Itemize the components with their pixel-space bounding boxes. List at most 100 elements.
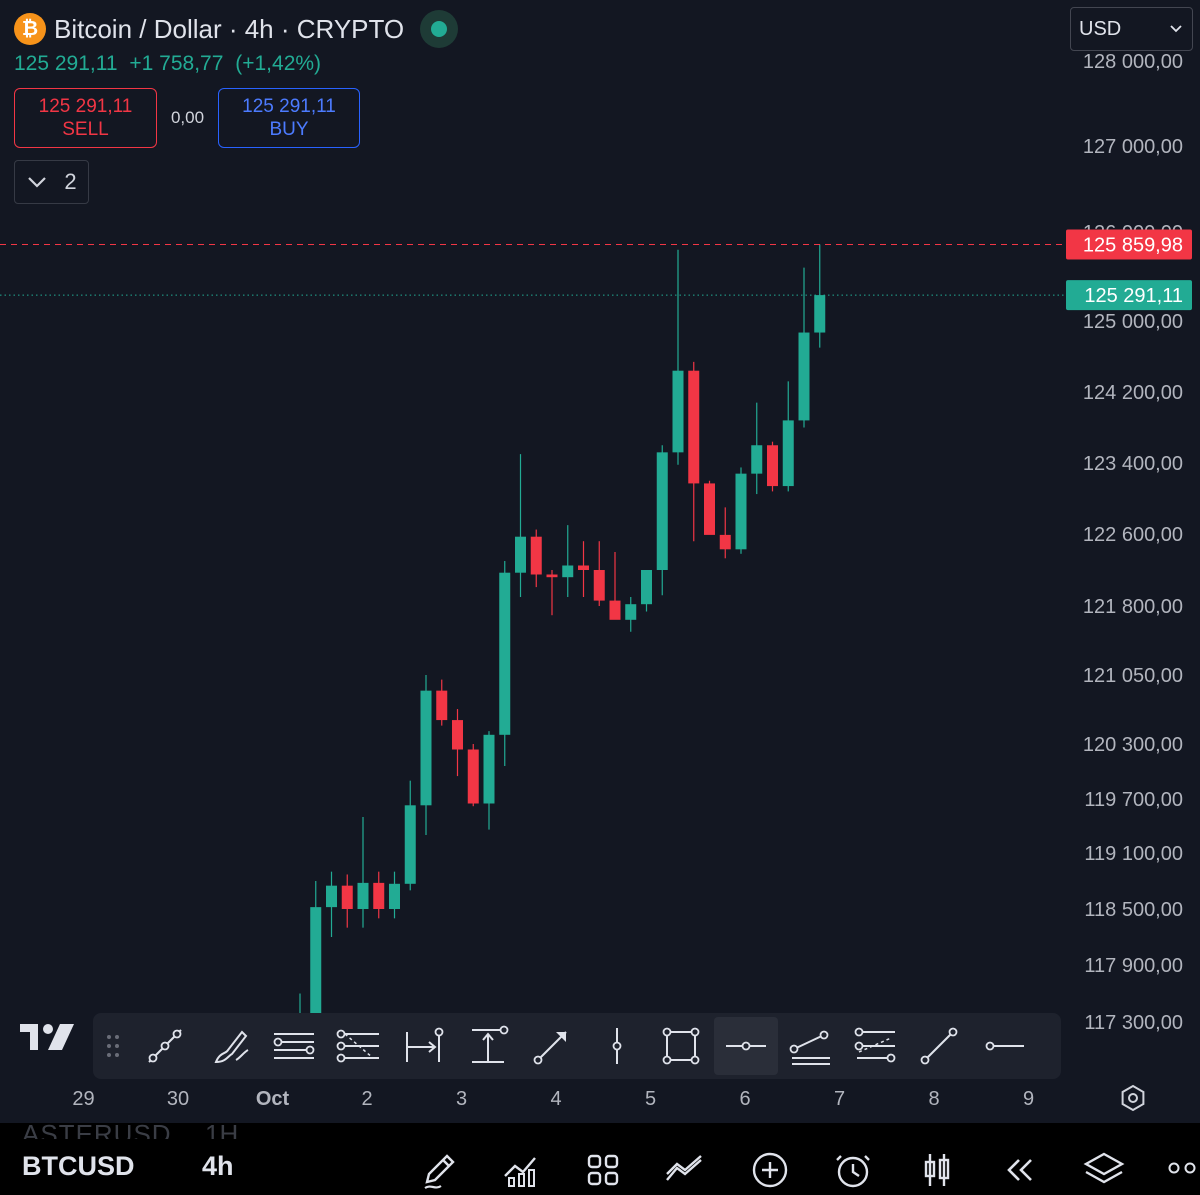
chart-type-icon[interactable] <box>913 1146 961 1194</box>
candle-body <box>483 734 495 804</box>
candle <box>798 267 810 428</box>
horizontal-line-tool-button[interactable] <box>713 1017 778 1075</box>
candle-body <box>625 604 637 620</box>
y-tick-label: 119 100,00 <box>1084 843 1183 865</box>
x-axis: 29 30 Oct 2 3 4 5 6 7 8 9 <box>72 1088 1034 1110</box>
bottom-bar: ASTERUSD 1H BTCUSD 4h <box>0 1119 1200 1195</box>
candlestick-chart[interactable]: 128 000,00127 000,00126 000,00125 000,00… <box>0 0 1200 1123</box>
candle-body <box>404 805 416 884</box>
currency-select[interactable]: USD <box>1070 7 1193 51</box>
x-tick-label: Oct <box>256 1088 290 1110</box>
candle-body <box>751 445 763 474</box>
tradingview-logo-icon[interactable] <box>20 1022 76 1052</box>
replay-icon[interactable] <box>995 1146 1043 1194</box>
gear-hexagon <box>1121 1084 1145 1112</box>
y-tick-label: 121 050,00 <box>1083 665 1183 687</box>
price-summary: 125 291,11 +1 758,77 (+1,42%) <box>14 52 458 76</box>
fib-channel-tool-button[interactable] <box>843 1017 908 1075</box>
horizontal-ray-tool-button[interactable] <box>972 1017 1037 1075</box>
sell-price: 125 291,11 <box>38 96 133 117</box>
candle <box>326 871 337 937</box>
candle-body <box>467 749 479 804</box>
trend-line-tool-button[interactable] <box>133 1017 198 1075</box>
candle <box>578 541 589 597</box>
sell-button[interactable]: 125 291,11 SELL <box>14 88 157 148</box>
market-status-indicator[interactable] <box>420 10 459 48</box>
candle-body <box>688 370 700 484</box>
rectangle-tool-icon <box>662 1027 700 1065</box>
candle <box>310 881 322 1032</box>
price-range-tool-button[interactable] <box>456 1017 521 1075</box>
rectangle-tool-button[interactable] <box>649 1017 714 1075</box>
compare-icon[interactable] <box>661 1146 709 1194</box>
candle-body <box>515 536 526 573</box>
candle <box>452 709 463 777</box>
candle <box>656 445 668 596</box>
candle-body <box>704 483 715 535</box>
candle <box>782 381 794 492</box>
candle <box>719 507 731 559</box>
alert-clock-icon[interactable] <box>829 1146 877 1194</box>
candle <box>389 871 400 919</box>
symbol-header: ₿ Bitcoin / Dollar · 4h · CRYPTO 125 291… <box>14 10 459 76</box>
candle-body <box>609 600 621 620</box>
brush-tool-button[interactable] <box>198 1017 263 1075</box>
x-tick-label: 7 <box>834 1088 845 1110</box>
symbol-button[interactable]: BTCUSD <box>22 1151 135 1182</box>
chevron-down-icon <box>1170 25 1182 33</box>
candle-body <box>357 882 369 909</box>
horizontal-lines-tool-button[interactable] <box>262 1017 327 1075</box>
candle-body <box>499 572 511 735</box>
price-badge-label: 125 291,11 <box>1084 285 1183 307</box>
candle <box>404 780 416 891</box>
buy-price: 125 291,11 <box>242 96 336 117</box>
axis-settings-icon[interactable] <box>1121 1084 1145 1112</box>
toolbar-drag-handle[interactable] <box>93 1033 133 1059</box>
y-tick-label: 121 800,00 <box>1083 596 1183 618</box>
chevron-down-icon <box>28 177 47 188</box>
drawing-pen-icon[interactable] <box>415 1146 463 1194</box>
chart-area[interactable]: 128 000,00127 000,00126 000,00125 000,00… <box>0 0 1200 1123</box>
candle <box>672 249 684 465</box>
candle-body <box>578 565 589 570</box>
candle-body <box>373 882 385 909</box>
symbol-title[interactable]: Bitcoin / Dollar · 4h · CRYPTO <box>54 14 404 45</box>
date-range-tool-button[interactable] <box>391 1017 456 1075</box>
fib-tool-button[interactable] <box>327 1017 392 1075</box>
parallel-channel-tool-button[interactable] <box>778 1017 843 1075</box>
candle-body <box>814 295 826 333</box>
interval-button[interactable]: 4h <box>202 1151 234 1182</box>
candle-body <box>767 445 778 487</box>
x-tick-label: 3 <box>456 1088 467 1110</box>
fib-tool-icon <box>336 1029 379 1063</box>
buy-label: BUY <box>269 119 309 140</box>
price-range-tool-icon <box>471 1025 509 1063</box>
candle-body <box>436 690 448 721</box>
add-icon[interactable] <box>746 1146 794 1194</box>
layers-icon[interactable] <box>1080 1146 1128 1194</box>
arrow-tool-button[interactable] <box>520 1017 585 1075</box>
candle-body <box>782 420 794 487</box>
more-icon[interactable] <box>1168 1161 1200 1175</box>
y-tick-label: 123 400,00 <box>1083 453 1183 475</box>
x-tick-label: 30 <box>167 1088 189 1110</box>
x-tick-label: 4 <box>550 1088 561 1110</box>
ray-tool-button[interactable] <box>907 1017 972 1075</box>
indicators-collapse-button[interactable]: 2 <box>14 160 89 204</box>
last-price: 125 291,11 <box>14 52 118 75</box>
layouts-icon[interactable] <box>579 1146 627 1194</box>
trend-line-tool-icon <box>148 1029 182 1063</box>
vertical-line-tool-button[interactable] <box>585 1017 650 1075</box>
candle <box>562 525 574 597</box>
candle <box>373 871 385 919</box>
indicators-icon[interactable] <box>497 1146 545 1194</box>
candle-body <box>341 885 353 909</box>
horizontal-lines-tool-icon <box>273 1033 315 1059</box>
buy-button[interactable]: 125 291,11 BUY <box>218 88 360 148</box>
candle-body <box>641 570 652 605</box>
y-tick-label: 127 000,00 <box>1083 136 1183 158</box>
bitcoin-logo-icon: ₿ <box>14 13 46 45</box>
ray-tool-icon <box>920 1027 958 1065</box>
candle-body <box>452 720 463 750</box>
candle <box>814 244 826 348</box>
